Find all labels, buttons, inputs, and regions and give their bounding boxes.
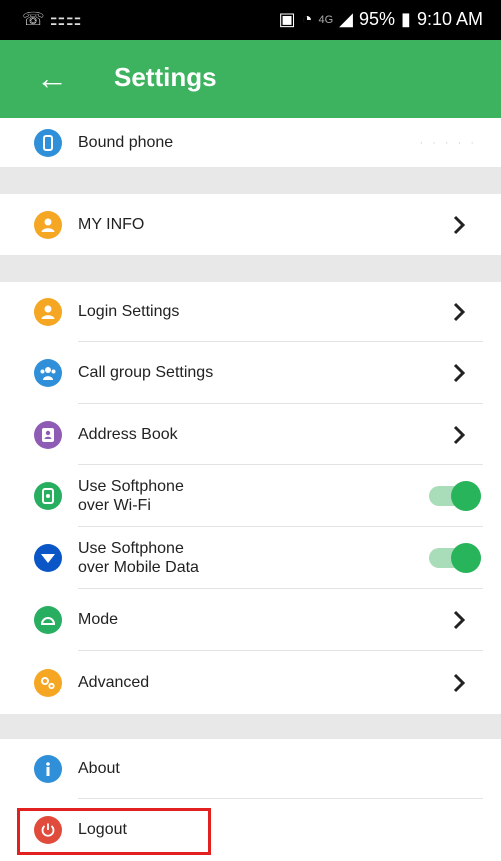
softphone-wifi-toggle[interactable] — [429, 480, 481, 512]
softphone-wifi-line2: over Wi-Fi — [78, 497, 151, 514]
advanced-row[interactable]: Advanced — [0, 651, 501, 714]
bound-phone-label: Bound phone — [78, 133, 174, 151]
toggle-knob — [451, 543, 481, 573]
settings-list: Bound phone · · · · · MY INFO Login Sett… — [0, 118, 501, 861]
address-book-icon — [34, 420, 62, 449]
section-divider — [0, 255, 501, 282]
softphone-wifi-icon — [34, 482, 62, 510]
chevron-right-icon — [453, 610, 466, 630]
address-book-row[interactable]: Address Book — [0, 404, 501, 465]
softphone-mobile-line2: over Mobile Data — [78, 559, 199, 576]
battery-icon: ▮ — [401, 9, 411, 29]
info-icon — [34, 755, 62, 783]
status-right: ▣ ◔ 4G ◢ 95% ▮ 9:10 AM — [279, 9, 483, 30]
call-group-settings-label: Call group Settings — [78, 364, 214, 381]
person-icon — [34, 298, 62, 326]
logout-highlight-box — [17, 808, 211, 855]
softphone-mobile-line1: Use Softphone — [78, 540, 184, 557]
toggle-knob — [451, 481, 481, 511]
call-group-settings-row[interactable]: Call group Settings — [0, 342, 501, 404]
chevron-right-icon — [453, 215, 466, 234]
mode-label: Mode — [78, 611, 119, 628]
back-arrow-icon[interactable]: ← — [36, 58, 68, 98]
address-book-label: Address Book — [78, 425, 178, 443]
network-type: 4G — [318, 13, 334, 26]
softphone-mobile-row: Use Softphone over Mobile Data — [0, 527, 501, 589]
about-label: About — [78, 760, 120, 777]
softphone-wifi-line1: Use Softphone — [78, 478, 184, 495]
person-icon — [34, 210, 62, 239]
softphone-mobile-label: Use Softphone over Mobile Data — [78, 539, 199, 577]
login-settings-row[interactable]: Login Settings — [0, 282, 501, 342]
mode-row[interactable]: Mode — [0, 589, 501, 651]
section-divider — [0, 167, 501, 194]
advanced-label: Advanced — [78, 673, 150, 691]
chevron-right-icon — [453, 425, 466, 444]
page-title: Settings — [114, 62, 217, 92]
softphone-wifi-label: Use Softphone over Wi-Fi — [78, 477, 184, 515]
chevron-right-icon — [453, 302, 466, 322]
signal-icon: ◢ — [339, 9, 354, 29]
gear-icon — [34, 668, 62, 697]
my-info-label: MY INFO — [78, 215, 145, 233]
section-divider — [0, 714, 501, 739]
clock: 9:10 AM — [416, 9, 483, 29]
my-info-row[interactable]: MY INFO — [0, 194, 501, 255]
group-icon — [34, 359, 62, 387]
softphone-mobile-toggle[interactable] — [429, 542, 481, 574]
chevron-right-icon — [453, 673, 466, 692]
bound-phone-value: · · · · · — [419, 136, 477, 149]
mobile-signal-icon — [34, 544, 62, 572]
softphone-wifi-row: Use Softphone over Wi-Fi — [0, 465, 501, 527]
bound-phone-row[interactable]: Bound phone · · · · · — [0, 118, 501, 167]
about-row[interactable]: About — [0, 739, 501, 799]
phone-icon — [34, 128, 62, 157]
login-settings-label: Login Settings — [78, 303, 180, 320]
wifi-icon: ◔ — [301, 9, 313, 29]
chevron-right-icon — [453, 363, 466, 383]
mode-icon — [34, 606, 62, 634]
battery-percent: 95% — [359, 9, 396, 29]
sim-icon: ▣ — [278, 9, 296, 29]
status-left-icons: ☏ ⚏⚏ — [22, 9, 82, 29]
status-bar: ☏ ⚏⚏ ▣ ◔ 4G ◢ 95% ▮ 9:10 AM — [0, 0, 501, 40]
app-bar: ← Settings — [0, 40, 501, 118]
